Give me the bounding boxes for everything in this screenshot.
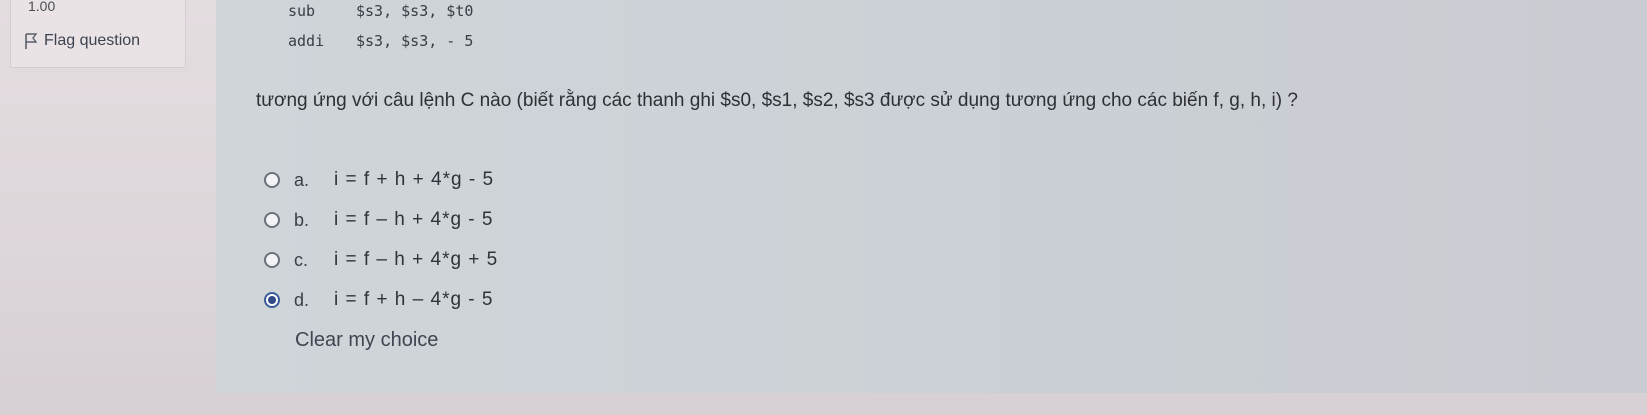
answer-list: a. i = f + h + 4*g - 5 b. i = f – h + 4*… bbox=[264, 160, 498, 320]
question-text: tương ứng với câu lệnh C nào (biết rằng … bbox=[256, 90, 1298, 111]
answer-option-a[interactable]: a. i = f + h + 4*g - 5 bbox=[264, 160, 498, 200]
answer-letter: c. bbox=[294, 249, 309, 270]
answer-letter: a. bbox=[294, 169, 310, 190]
code-arguments: $s3, $s3, - 5 bbox=[356, 32, 474, 50]
answer-letter: b. bbox=[294, 209, 310, 230]
flag-question-label: Flag question bbox=[44, 32, 141, 49]
code-line: sub $s3, $s3, $t0 bbox=[288, 0, 473, 26]
code-line: addi $s3, $s3, - 5 bbox=[288, 26, 473, 56]
clear-choice-link[interactable]: Clear my choice bbox=[295, 329, 438, 352]
question-grade: 1.00 bbox=[28, 0, 56, 14]
answer-letter: d. bbox=[294, 289, 310, 310]
answer-option-c[interactable]: c. i = f – h + 4*g + 5 bbox=[264, 240, 498, 280]
code-arguments: $s3, $s3, $t0 bbox=[356, 2, 474, 20]
code-instruction: addi bbox=[288, 32, 325, 50]
answer-radio-a[interactable] bbox=[264, 172, 280, 188]
answer-text: i = f + h + 4*g - 5 bbox=[334, 169, 495, 190]
flag-question-button[interactable]: Flag question bbox=[24, 32, 140, 50]
answer-radio-c[interactable] bbox=[264, 252, 280, 268]
answer-text: i = f + h – 4*g - 5 bbox=[334, 289, 494, 310]
answer-text: i = f – h + 4*g - 5 bbox=[334, 209, 494, 230]
flag-icon bbox=[24, 32, 38, 50]
answer-radio-b[interactable] bbox=[264, 212, 280, 228]
answer-radio-d[interactable] bbox=[264, 292, 280, 308]
answer-option-d[interactable]: d. i = f + h – 4*g - 5 bbox=[264, 280, 498, 320]
assembly-code-block: sub $s3, $s3, $t0 addi $s3, $s3, - 5 bbox=[288, 0, 473, 56]
code-instruction: sub bbox=[288, 2, 316, 20]
answer-option-b[interactable]: b. i = f – h + 4*g - 5 bbox=[264, 200, 498, 240]
answer-text: i = f – h + 4*g + 5 bbox=[334, 249, 499, 270]
